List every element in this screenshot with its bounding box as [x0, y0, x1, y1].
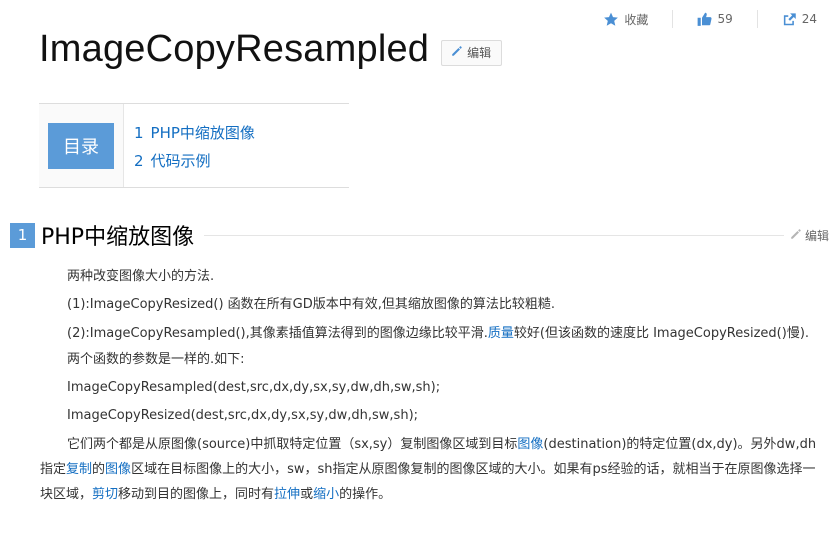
- paragraph: ImageCopyResampled(dest,src,dx,dy,sx,sy,…: [67, 380, 441, 395]
- paragraph: ImageCopyResized(dest,src,dx,dy,sx,sy,dw…: [67, 408, 419, 423]
- toc-label-cell: 目录: [39, 104, 124, 187]
- pencil-icon: [451, 45, 463, 60]
- section-divider: [204, 234, 784, 236]
- toc-item[interactable]: 1 PHP中缩放图像: [134, 119, 349, 147]
- paragraph: 两个函数的参数是一样的.如下:: [67, 352, 245, 367]
- paragraph: (2):ImageCopyResampled(),其像素插值算法得到的图像边缘比…: [40, 321, 825, 346]
- article-content: 两种改变图像大小的方法. (1):ImageCopyResized() 函数在所…: [40, 263, 825, 507]
- title-row: ImageCopyResampled 编辑: [39, 28, 503, 71]
- link-image[interactable]: 图像: [105, 462, 131, 477]
- paragraph-text: 较好(但该函数的速度比 ImageCopyResized()慢).: [513, 326, 810, 341]
- table-of-contents: 目录 1 PHP中缩放图像 2 代码示例: [39, 103, 349, 188]
- section-edit-button[interactable]: 编辑: [790, 227, 829, 244]
- link-shrink[interactable]: 缩小: [313, 487, 339, 502]
- link-stretch[interactable]: 拉伸: [274, 487, 300, 502]
- share-icon: [782, 12, 797, 26]
- link-quality[interactable]: 质量: [488, 326, 514, 341]
- section-edit-label: 编辑: [804, 228, 829, 243]
- paragraph-text: (2):ImageCopyResampled(),其像素插值算法得到的图像边缘比…: [67, 326, 488, 341]
- toc-item-label: PHP中缩放图像: [150, 124, 255, 142]
- page-title: ImageCopyResampled: [39, 28, 430, 70]
- thumbs-up-icon: [697, 12, 712, 26]
- paragraph: 两种改变图像大小的方法.: [67, 269, 215, 284]
- paragraph-text: 的操作。: [339, 487, 392, 502]
- section-header: 1 PHP中缩放图像 编辑: [10, 219, 831, 251]
- link-image[interactable]: 图像: [517, 437, 543, 452]
- link-copy[interactable]: 复制: [66, 462, 92, 477]
- toc-item-number: 1: [134, 124, 144, 142]
- link-cut[interactable]: 剪切: [92, 487, 118, 502]
- toc-badge: 目录: [48, 122, 114, 169]
- edit-label: 编辑: [467, 46, 492, 60]
- toc-item[interactable]: 2 代码示例: [134, 147, 349, 175]
- section-number: 1: [10, 222, 35, 248]
- edit-button[interactable]: 编辑: [441, 39, 503, 66]
- collect-label: 收藏: [624, 12, 649, 27]
- paragraph-text: 或: [300, 487, 314, 502]
- section-title: PHP中缩放图像: [41, 225, 195, 250]
- collect-button[interactable]: 收藏: [579, 11, 672, 28]
- pencil-icon: [790, 228, 802, 243]
- toc-item-label: 代码示例: [150, 152, 211, 170]
- paragraph-text: 的: [92, 462, 106, 477]
- paragraph: (1):ImageCopyResized() 函数在所有GD版本中有效,但其缩放…: [67, 297, 556, 312]
- like-button[interactable]: 59: [673, 12, 756, 26]
- top-toolbar: 收藏 59 24: [579, 10, 817, 28]
- share-button[interactable]: 24: [758, 12, 817, 26]
- toc-list: 1 PHP中缩放图像 2 代码示例: [124, 104, 349, 187]
- toc-item-number: 2: [134, 152, 144, 170]
- star-icon: [603, 12, 619, 27]
- like-count: 59: [717, 12, 733, 26]
- paragraph-text: 移动到目的图像上，同时有: [118, 487, 275, 502]
- paragraph-text: 它们两个都是从原图像(source)中抓取特定位置（sx,sy）复制图像区域到目…: [67, 437, 518, 452]
- share-count: 24: [801, 12, 817, 26]
- paragraph: 它们两个都是从原图像(source)中抓取特定位置（sx,sy）复制图像区域到目…: [40, 432, 825, 507]
